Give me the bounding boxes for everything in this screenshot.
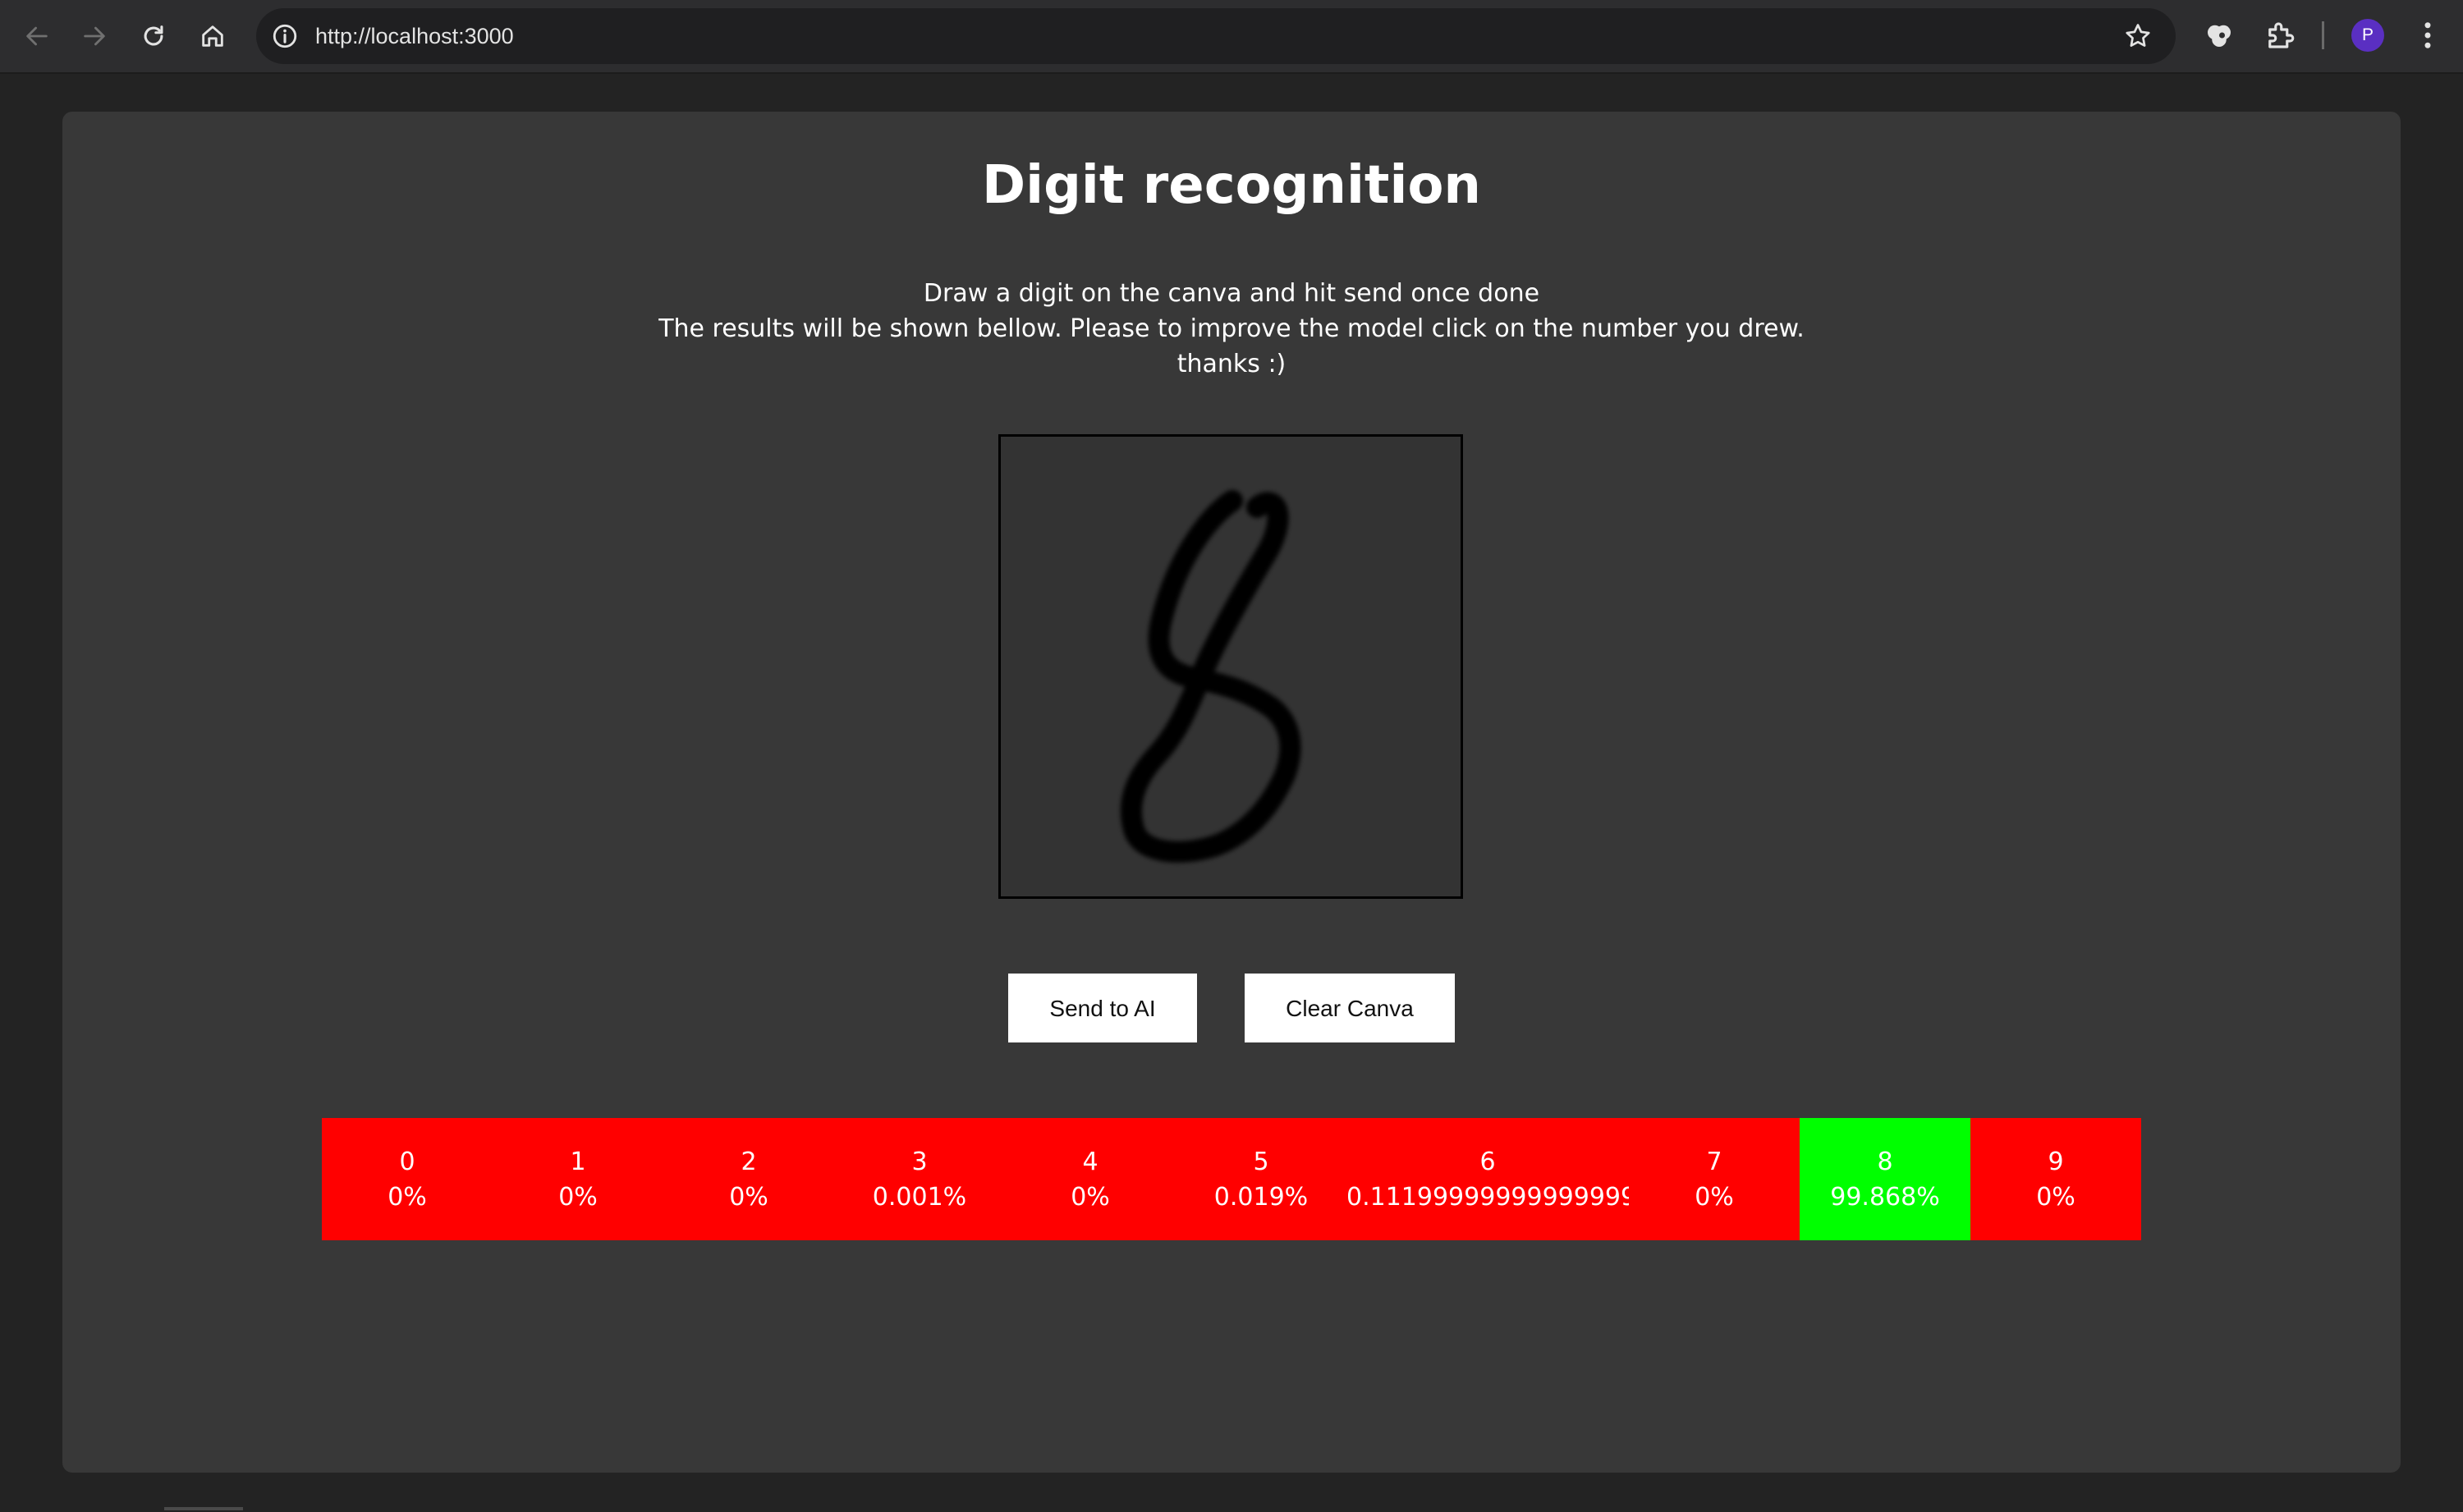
instructions: Draw a digit on the canva and hit send o… xyxy=(0,276,2463,382)
result-digit: 5 xyxy=(1253,1147,1269,1176)
reload-button[interactable] xyxy=(133,16,174,57)
extension-puzzle-icon[interactable] xyxy=(2202,18,2236,53)
result-percent: 0% xyxy=(2036,1182,2075,1212)
result-percent: 99.868% xyxy=(1830,1182,1940,1212)
extensions-icon[interactable] xyxy=(2263,18,2297,53)
result-digit: 9 xyxy=(2048,1147,2064,1176)
result-cell-3[interactable]: 3 0.001% xyxy=(834,1118,1005,1240)
result-cell-4[interactable]: 4 0% xyxy=(1005,1118,1176,1240)
result-cell-9[interactable]: 9 0% xyxy=(1970,1118,2141,1240)
result-cell-0[interactable]: 0 0% xyxy=(322,1118,493,1240)
result-digit: 8 xyxy=(1877,1147,1893,1176)
reload-icon xyxy=(144,25,163,46)
result-digit: 0 xyxy=(399,1147,415,1176)
result-digit: 3 xyxy=(911,1147,928,1176)
home-button[interactable] xyxy=(192,16,233,57)
result-digit: 1 xyxy=(570,1147,586,1176)
result-percent: 0% xyxy=(729,1182,768,1212)
prediction-results: 0 0% 1 0% 2 0% 3 0.001% 4 0% 5 0.019% 6 … xyxy=(322,1118,2141,1240)
instruction-line: Draw a digit on the canva and hit send o… xyxy=(923,279,1540,308)
result-cell-5[interactable]: 5 0.019% xyxy=(1176,1118,1346,1240)
result-percent: 0% xyxy=(1071,1182,1110,1212)
url-text[interactable]: http://localhost:3000 xyxy=(315,8,514,64)
result-digit: 6 xyxy=(1479,1147,1496,1176)
instruction-line: The results will be shown bellow. Please… xyxy=(658,314,1805,343)
instruction-line: thanks :) xyxy=(1176,350,1287,378)
result-percent: 0.11199999999999999% xyxy=(1346,1182,1660,1212)
result-percent: 0.001% xyxy=(872,1182,967,1212)
result-percent: 0.019% xyxy=(1213,1182,1309,1212)
result-cell-6[interactable]: 6 0.11199999999999999% xyxy=(1346,1118,1660,1240)
arrow-left-icon xyxy=(26,26,48,46)
clear-canvas-button[interactable]: Clear Canva xyxy=(1245,974,1455,1042)
send-to-ai-button[interactable]: Send to AI xyxy=(1008,974,1197,1042)
result-cell-7[interactable]: 7 0% xyxy=(1629,1118,1800,1240)
result-digit: 7 xyxy=(1706,1147,1722,1176)
taskbar-indicator xyxy=(164,1507,243,1510)
profile-avatar[interactable]: P xyxy=(2351,19,2384,52)
forward-button[interactable] xyxy=(74,16,115,57)
info-icon[interactable] xyxy=(271,22,299,50)
star-icon[interactable] xyxy=(2123,21,2153,51)
home-icon xyxy=(202,25,223,47)
address-bar[interactable]: http://localhost:3000 xyxy=(256,8,2176,64)
drawing-canvas[interactable] xyxy=(998,434,1463,899)
kebab-menu-icon[interactable] xyxy=(2410,18,2445,53)
toolbar-divider xyxy=(2322,21,2324,49)
result-percent: 0% xyxy=(558,1182,598,1212)
result-cell-2[interactable]: 2 0% xyxy=(663,1118,834,1240)
handwritten-digit-drawing xyxy=(1121,490,1301,863)
result-cell-1[interactable]: 1 0% xyxy=(493,1118,663,1240)
page-title: Digit recognition xyxy=(982,155,1481,216)
browser-toolbar: http://localhost:3000 P xyxy=(0,0,2463,74)
result-digit: 4 xyxy=(1082,1147,1098,1176)
back-button[interactable] xyxy=(16,16,57,57)
result-cell-8[interactable]: 8 99.868% xyxy=(1800,1118,1970,1240)
result-percent: 0% xyxy=(1695,1182,1734,1212)
result-digit: 2 xyxy=(741,1147,757,1176)
result-percent: 0% xyxy=(388,1182,427,1212)
arrow-right-icon xyxy=(84,26,105,46)
